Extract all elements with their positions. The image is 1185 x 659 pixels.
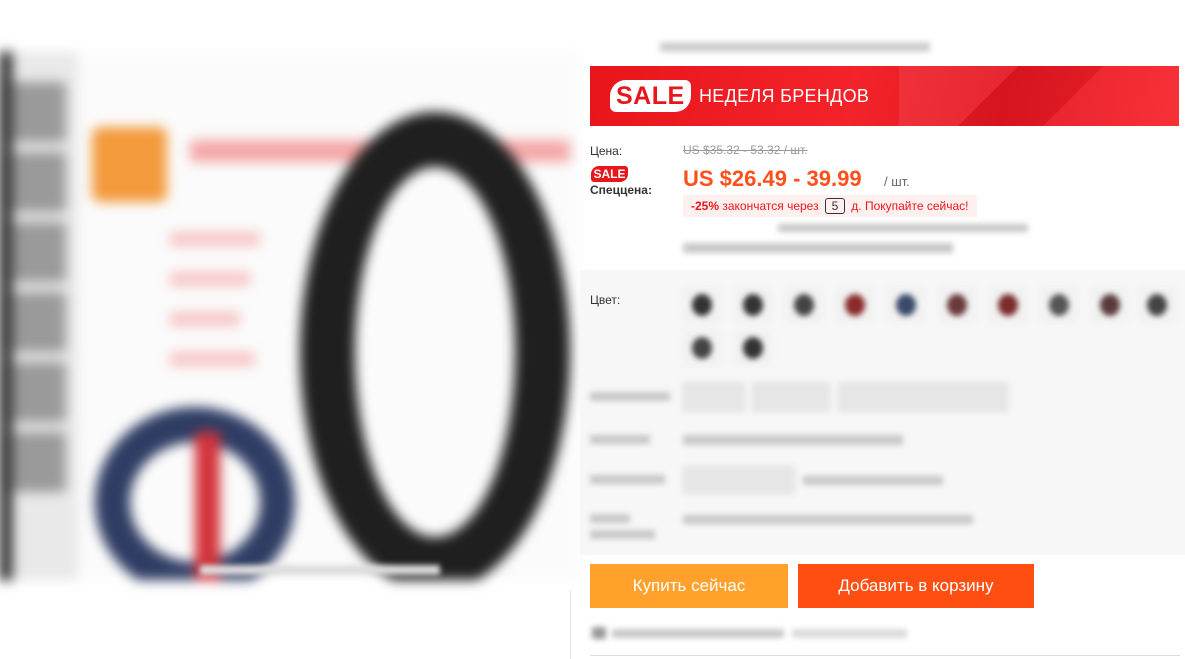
heart-icon[interactable] [592, 627, 606, 639]
brand-logo [92, 127, 167, 202]
stock-note [803, 476, 943, 485]
wishlist-count [792, 629, 907, 638]
color-swatch[interactable] [938, 287, 976, 323]
title-fragment [660, 42, 930, 52]
quantity-stepper[interactable] [683, 466, 795, 494]
ship-from-option[interactable] [752, 382, 830, 412]
discount-countdown: -25% закончатся через 5 д. Покупайте сей… [683, 195, 977, 217]
price-unit: / шт. [884, 174, 910, 189]
divider [570, 590, 571, 659]
band-accent [195, 432, 220, 580]
image-text [170, 352, 255, 366]
thumbnail[interactable] [6, 362, 66, 422]
delivery-label [590, 435, 650, 444]
discount-days-suffix: д. Покупайте сейчас! [851, 199, 969, 213]
color-swatch[interactable] [887, 287, 925, 323]
ship-from-label [590, 392, 670, 401]
color-swatch[interactable] [785, 287, 823, 323]
discount-percent: -25% [691, 199, 720, 213]
current-price: US $26.49 - 39.99 [683, 166, 862, 191]
days-left: 5 [824, 198, 845, 214]
color-swatch[interactable] [1138, 287, 1176, 323]
color-label: Цвет: [590, 293, 621, 307]
ship-from-option[interactable] [683, 382, 745, 412]
discount-ends-text: закончатся через [722, 199, 819, 213]
add-to-cart-button[interactable]: Добавить в корзину [798, 564, 1034, 608]
total-label [590, 514, 630, 523]
color-swatch[interactable] [1040, 287, 1078, 323]
color-swatch[interactable] [683, 330, 721, 366]
sale-banner-title: НЕДЕЛЯ БРЕНДОВ [699, 86, 870, 106]
total-value [683, 515, 973, 524]
thumbnail[interactable] [6, 292, 66, 352]
thumbnail[interactable] [6, 222, 66, 282]
ship-from-option[interactable] [838, 382, 1008, 412]
color-swatch[interactable] [734, 330, 772, 366]
sale-badge: SALE [610, 80, 691, 112]
thumbnail[interactable] [6, 152, 66, 212]
bulk-price-note [778, 224, 1028, 232]
image-text [170, 312, 240, 326]
mini-sale-badge: SALE [591, 166, 628, 182]
color-swatch[interactable] [734, 287, 772, 323]
image-text [170, 272, 250, 286]
thumbnail[interactable] [6, 432, 66, 492]
sale-banner[interactable]: SALE НЕДЕЛЯ БРЕНДОВ [590, 66, 1179, 126]
buy-now-button[interactable]: Купить сейчас [590, 564, 788, 608]
gallery-caption [200, 565, 440, 575]
coupon-note[interactable] [683, 243, 953, 253]
quantity-label [590, 475, 665, 484]
total-label [590, 530, 655, 539]
divider [590, 655, 1180, 656]
price-label: Цена: [590, 144, 623, 158]
thumbnail[interactable] [6, 82, 66, 142]
delivery-value [683, 435, 903, 445]
product-image-gallery[interactable] [0, 52, 580, 580]
color-swatch[interactable] [836, 287, 874, 323]
color-swatch[interactable] [1091, 287, 1129, 323]
original-price: US $35.32 - 53.32 / шт. [683, 143, 808, 157]
gallery-edge [0, 52, 12, 580]
product-band-image [300, 112, 570, 580]
color-swatch[interactable] [989, 287, 1027, 323]
product-page: SALE НЕДЕЛЯ БРЕНДОВ Цена: US $35.32 - 53… [0, 0, 1185, 659]
color-swatch[interactable] [683, 287, 721, 323]
add-to-wishlist-link[interactable] [612, 629, 784, 638]
special-price-label: Спеццена: [590, 183, 652, 197]
image-text [170, 232, 260, 246]
